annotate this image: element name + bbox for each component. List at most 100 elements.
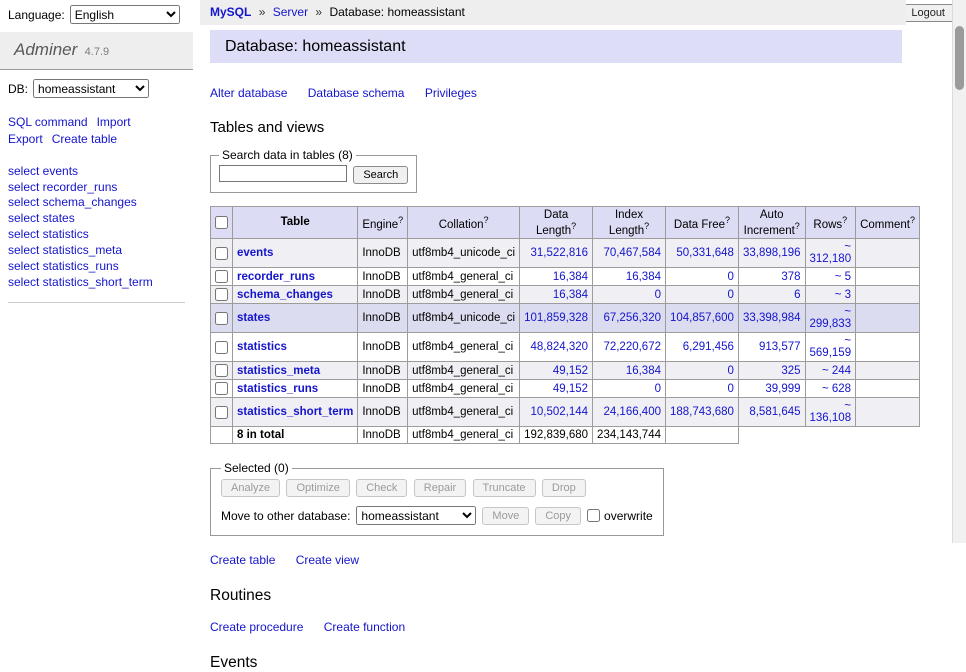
sidebar-item-select-statistics-meta[interactable]: select statistics_meta: [8, 243, 185, 259]
sidebar-item-select-schema-changes[interactable]: select schema_changes: [8, 195, 185, 211]
auto-increment-link[interactable]: 6: [794, 289, 800, 301]
index-length-link[interactable]: 0: [655, 289, 661, 301]
analyze-button[interactable]: Analyze: [221, 479, 280, 497]
rows-count-link[interactable]: ~ 299,833: [810, 306, 852, 330]
data-length-link[interactable]: 31,522,816: [530, 247, 588, 259]
sidebar-link-import[interactable]: Import: [97, 115, 131, 129]
data-length-link[interactable]: 10,502,144: [530, 406, 588, 418]
data-length-link[interactable]: 16,384: [553, 271, 588, 283]
table-name-link[interactable]: statistics_short_term: [237, 406, 353, 418]
rows-count-link[interactable]: ~ 5: [835, 271, 851, 283]
index-length-link[interactable]: 16,384: [626, 271, 661, 283]
row-checkbox[interactable]: [215, 312, 228, 325]
table-name-link[interactable]: schema_changes: [237, 289, 333, 301]
index-length-link[interactable]: 67,256,320: [603, 312, 661, 324]
logout-button[interactable]: Logout: [901, 4, 955, 22]
index-length-link[interactable]: 0: [655, 383, 661, 395]
sidebar-item-select-statistics-short-term[interactable]: select statistics_short_term: [8, 275, 185, 291]
privileges-link[interactable]: Privileges: [425, 86, 477, 100]
sidebar-link-sql-command[interactable]: SQL command: [8, 115, 88, 129]
rows-count-link[interactable]: ~ 244: [822, 365, 851, 377]
help-icon[interactable]: ?: [725, 215, 730, 225]
table-name-link[interactable]: states: [237, 312, 270, 324]
help-icon[interactable]: ?: [842, 215, 847, 225]
create-function-link[interactable]: Create function: [324, 620, 405, 634]
sidebar-item-select-events[interactable]: select events: [8, 164, 185, 180]
copy-button[interactable]: Copy: [535, 507, 581, 525]
data-length-link[interactable]: 48,824,320: [530, 341, 588, 353]
row-checkbox[interactable]: [215, 364, 228, 377]
table-name-link[interactable]: recorder_runs: [237, 271, 315, 283]
data-free-link[interactable]: 6,291,456: [683, 341, 734, 353]
auto-increment-link[interactable]: 39,999: [765, 383, 800, 395]
overwrite-checkbox[interactable]: [587, 509, 600, 522]
rows-count-link[interactable]: ~ 628: [822, 383, 851, 395]
data-length-link[interactable]: 49,152: [553, 383, 588, 395]
help-icon[interactable]: ?: [644, 221, 649, 231]
auto-increment-link[interactable]: 33,898,196: [743, 247, 801, 259]
move-database-select[interactable]: homeassistant: [356, 506, 476, 525]
sidebar-link-create-table[interactable]: Create table: [52, 132, 117, 146]
index-length-link[interactable]: 16,384: [626, 365, 661, 377]
index-length-link[interactable]: 24,166,400: [603, 406, 661, 418]
rows-count-link[interactable]: ~ 3: [835, 289, 851, 301]
row-checkbox[interactable]: [215, 341, 228, 354]
sidebar-item-select-states[interactable]: select states: [8, 211, 185, 227]
repair-button[interactable]: Repair: [414, 479, 466, 497]
table-name-link[interactable]: statistics: [237, 341, 287, 353]
search-button[interactable]: Search: [353, 166, 408, 184]
rows-count-link[interactable]: ~ 136,108: [810, 400, 852, 424]
data-free-link[interactable]: 0: [728, 365, 734, 377]
drop-button[interactable]: Drop: [542, 479, 586, 497]
help-icon[interactable]: ?: [795, 221, 800, 231]
select-all-checkbox[interactable]: [215, 216, 228, 229]
truncate-button[interactable]: Truncate: [473, 479, 536, 497]
auto-increment-link[interactable]: 8,581,645: [749, 406, 800, 418]
row-checkbox[interactable]: [215, 270, 228, 283]
help-icon[interactable]: ?: [483, 215, 488, 225]
data-free-link[interactable]: 0: [728, 289, 734, 301]
table-name-link[interactable]: events: [237, 247, 273, 259]
rows-count-link[interactable]: ~ 569,159: [810, 335, 852, 359]
data-free-link[interactable]: 0: [728, 271, 734, 283]
data-free-link[interactable]: 50,331,648: [676, 247, 734, 259]
search-input[interactable]: [219, 165, 347, 182]
create-procedure-link[interactable]: Create procedure: [210, 620, 303, 634]
sidebar-item-select-statistics[interactable]: select statistics: [8, 227, 185, 243]
scrollbar-thumb[interactable]: [955, 26, 964, 90]
auto-increment-link[interactable]: 33,398,984: [743, 312, 801, 324]
breadcrumb-mysql-link[interactable]: MySQL: [210, 5, 251, 19]
row-checkbox[interactable]: [215, 382, 228, 395]
data-free-link[interactable]: 0: [728, 383, 734, 395]
sidebar-item-select-statistics-runs[interactable]: select statistics_runs: [8, 259, 185, 275]
auto-increment-link[interactable]: 378: [781, 271, 800, 283]
data-length-link[interactable]: 101,859,328: [524, 312, 588, 324]
vertical-scrollbar[interactable]: [952, 0, 966, 543]
row-checkbox[interactable]: [215, 406, 228, 419]
table-name-link[interactable]: statistics_runs: [237, 383, 318, 395]
data-free-link[interactable]: 104,857,600: [670, 312, 734, 324]
help-icon[interactable]: ?: [398, 215, 403, 225]
rows-count-link[interactable]: ~ 312,180: [810, 241, 852, 265]
alter-database-link[interactable]: Alter database: [210, 86, 287, 100]
help-icon[interactable]: ?: [910, 215, 915, 225]
database-schema-link[interactable]: Database schema: [308, 86, 405, 100]
index-length-link[interactable]: 70,467,584: [603, 247, 661, 259]
data-free-link[interactable]: 188,743,680: [670, 406, 734, 418]
index-length-link[interactable]: 72,220,672: [603, 341, 661, 353]
data-length-link[interactable]: 49,152: [553, 365, 588, 377]
breadcrumb-server-link[interactable]: Server: [273, 5, 308, 19]
sidebar-item-select-recorder-runs[interactable]: select recorder_runs: [8, 180, 185, 196]
auto-increment-link[interactable]: 325: [781, 365, 800, 377]
check-button[interactable]: Check: [356, 479, 407, 497]
create-view-link[interactable]: Create view: [296, 553, 359, 567]
data-length-link[interactable]: 16,384: [553, 289, 588, 301]
db-select[interactable]: homeassistant: [33, 79, 149, 98]
table-name-link[interactable]: statistics_meta: [237, 365, 320, 377]
auto-increment-link[interactable]: 913,577: [759, 341, 801, 353]
sidebar-link-export[interactable]: Export: [8, 132, 43, 146]
language-select[interactable]: English: [70, 5, 180, 24]
help-icon[interactable]: ?: [571, 221, 576, 231]
row-checkbox[interactable]: [215, 288, 228, 301]
optimize-button[interactable]: Optimize: [286, 479, 349, 497]
